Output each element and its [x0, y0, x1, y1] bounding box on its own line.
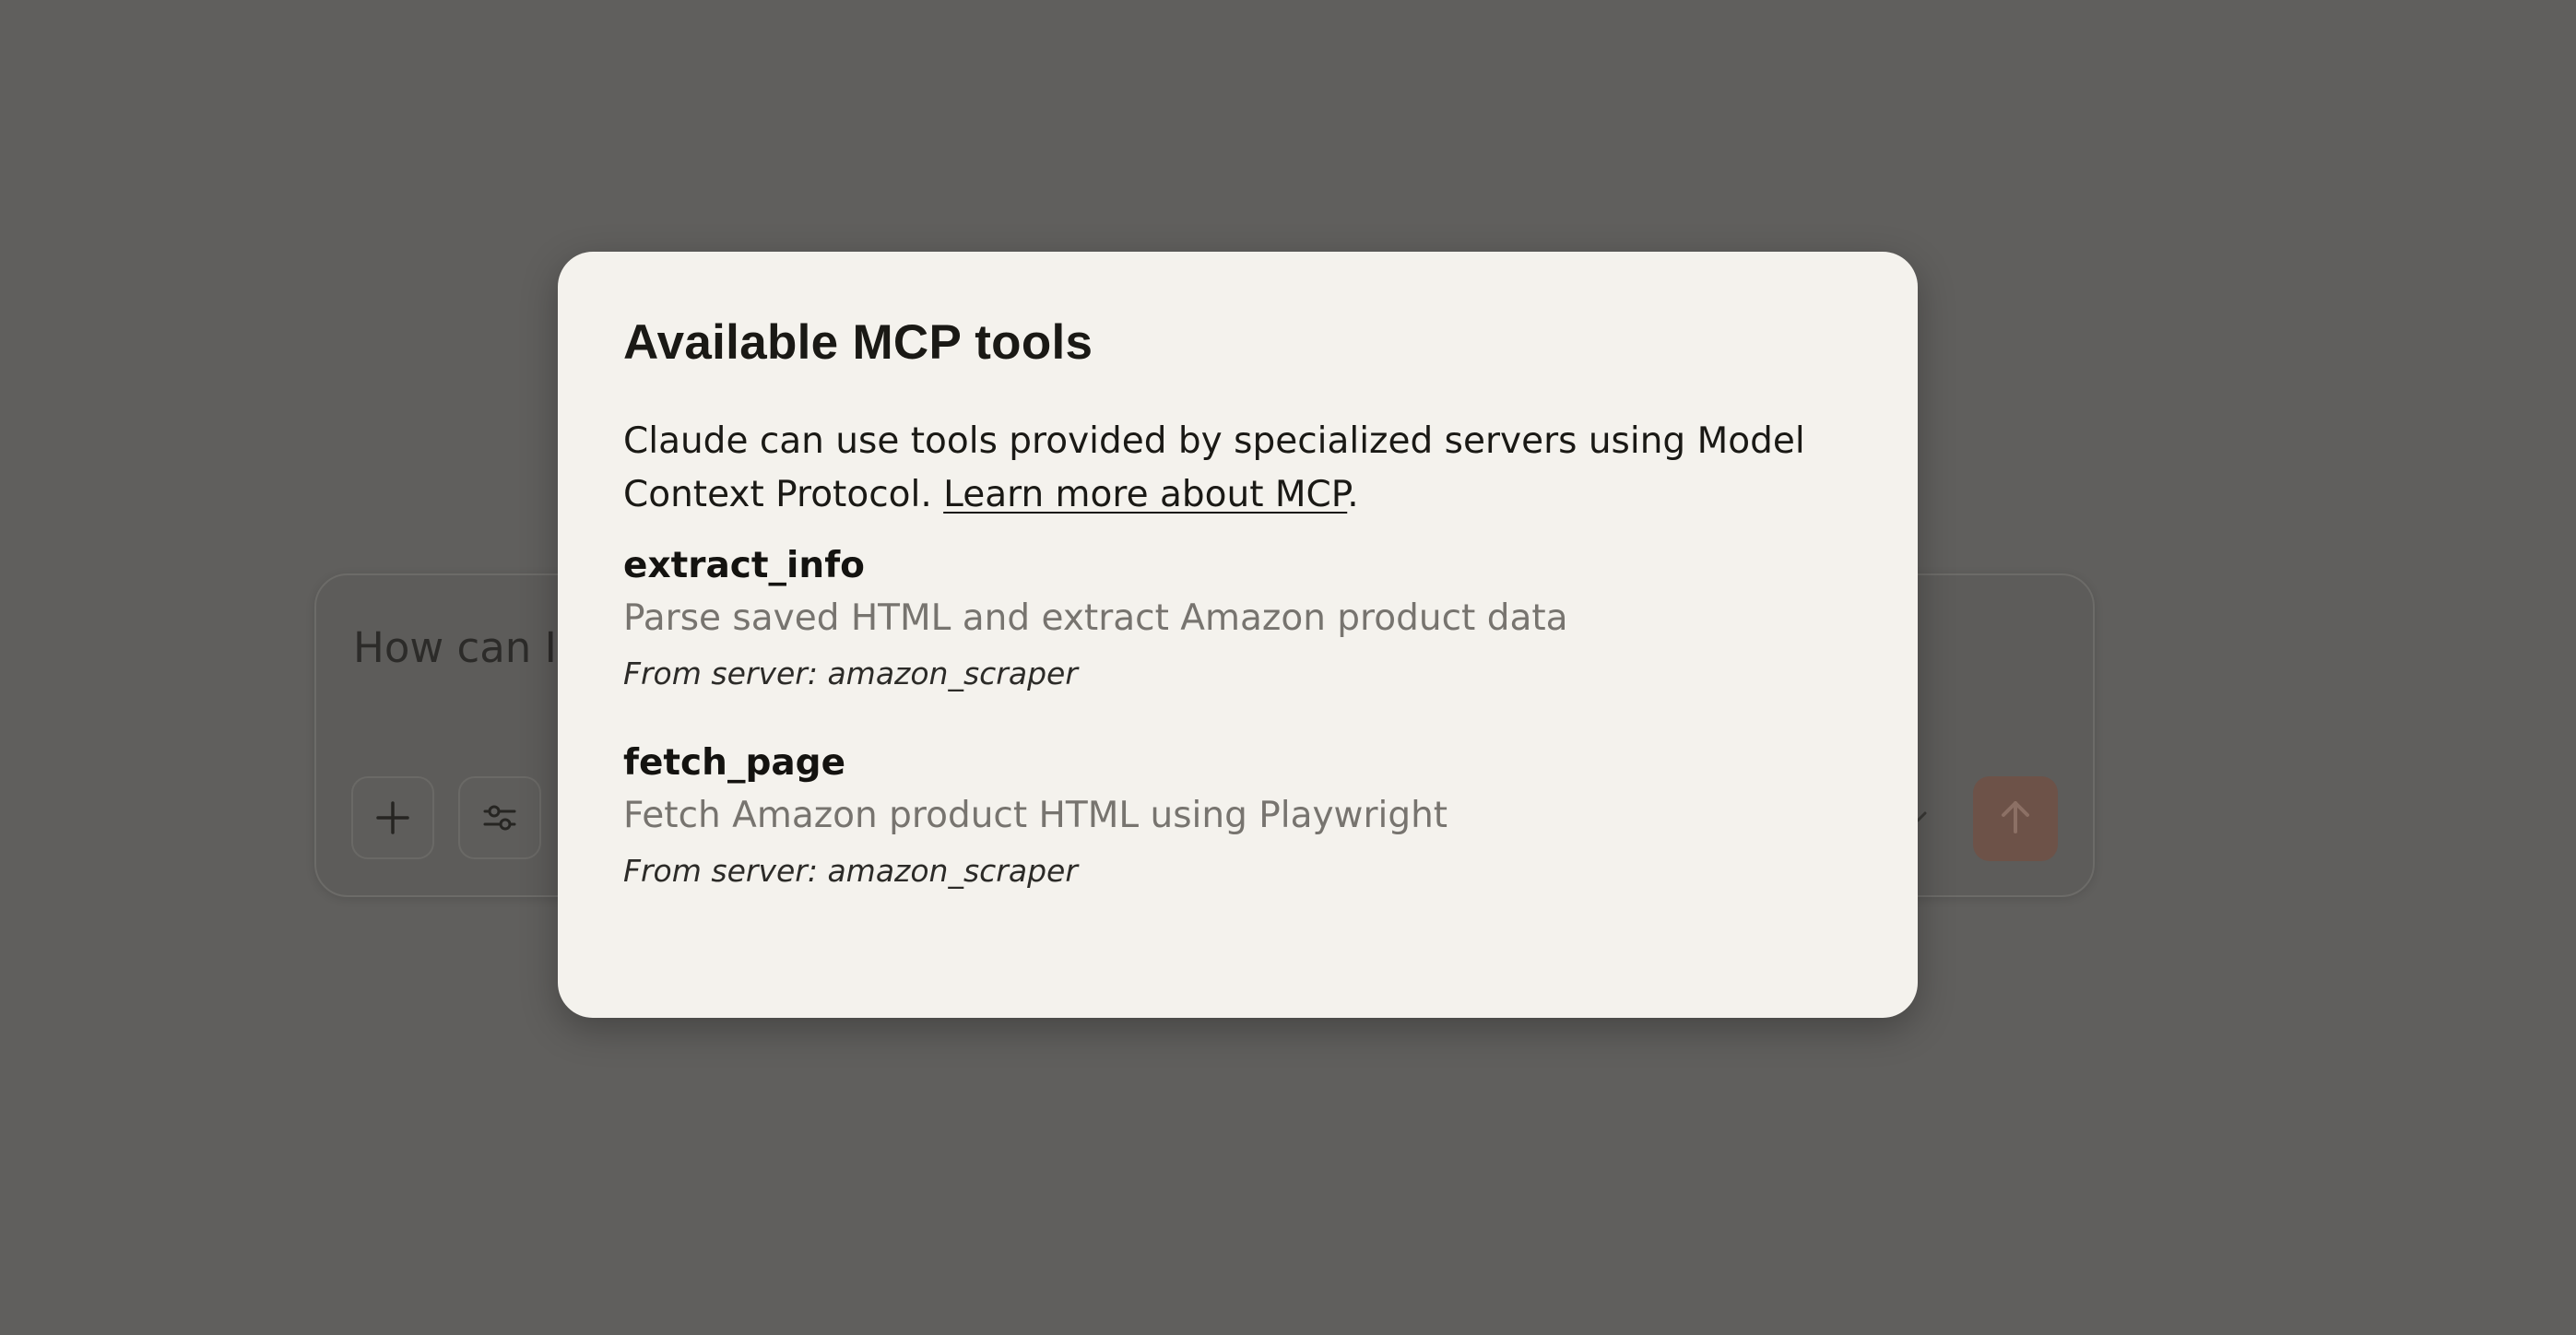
composer-placeholder: How can I	[353, 623, 557, 672]
link-suffix: .	[1347, 474, 1359, 515]
tools-button[interactable]	[458, 776, 541, 859]
tool-server: From server: amazon_scraper	[623, 853, 1078, 889]
learn-more-link[interactable]: Learn more about MCP	[943, 474, 1347, 515]
tool-server: From server: amazon_scraper	[623, 656, 1078, 691]
tool-name: fetch_page	[623, 742, 846, 784]
plus-icon	[374, 799, 411, 836]
mcp-tools-dialog: Available MCP tools Claude can use tools…	[558, 252, 1918, 1018]
dialog-title: Available MCP tools	[623, 315, 1093, 370]
arrow-up-icon	[1995, 797, 2036, 841]
tool-item: extract_info Parse saved HTML and extrac…	[623, 540, 1852, 697]
tool-description: Fetch Amazon product HTML using Playwrig…	[623, 795, 1448, 836]
tool-name: extract_info	[623, 545, 865, 586]
sliders-icon	[481, 799, 518, 836]
dialog-description: Claude can use tools provided by special…	[623, 415, 1822, 522]
tool-description: Parse saved HTML and extract Amazon prod…	[623, 597, 1568, 639]
tool-item: fetch_page Fetch Amazon product HTML usi…	[623, 738, 1852, 894]
add-button[interactable]	[351, 776, 434, 859]
send-button[interactable]	[1973, 776, 2058, 861]
